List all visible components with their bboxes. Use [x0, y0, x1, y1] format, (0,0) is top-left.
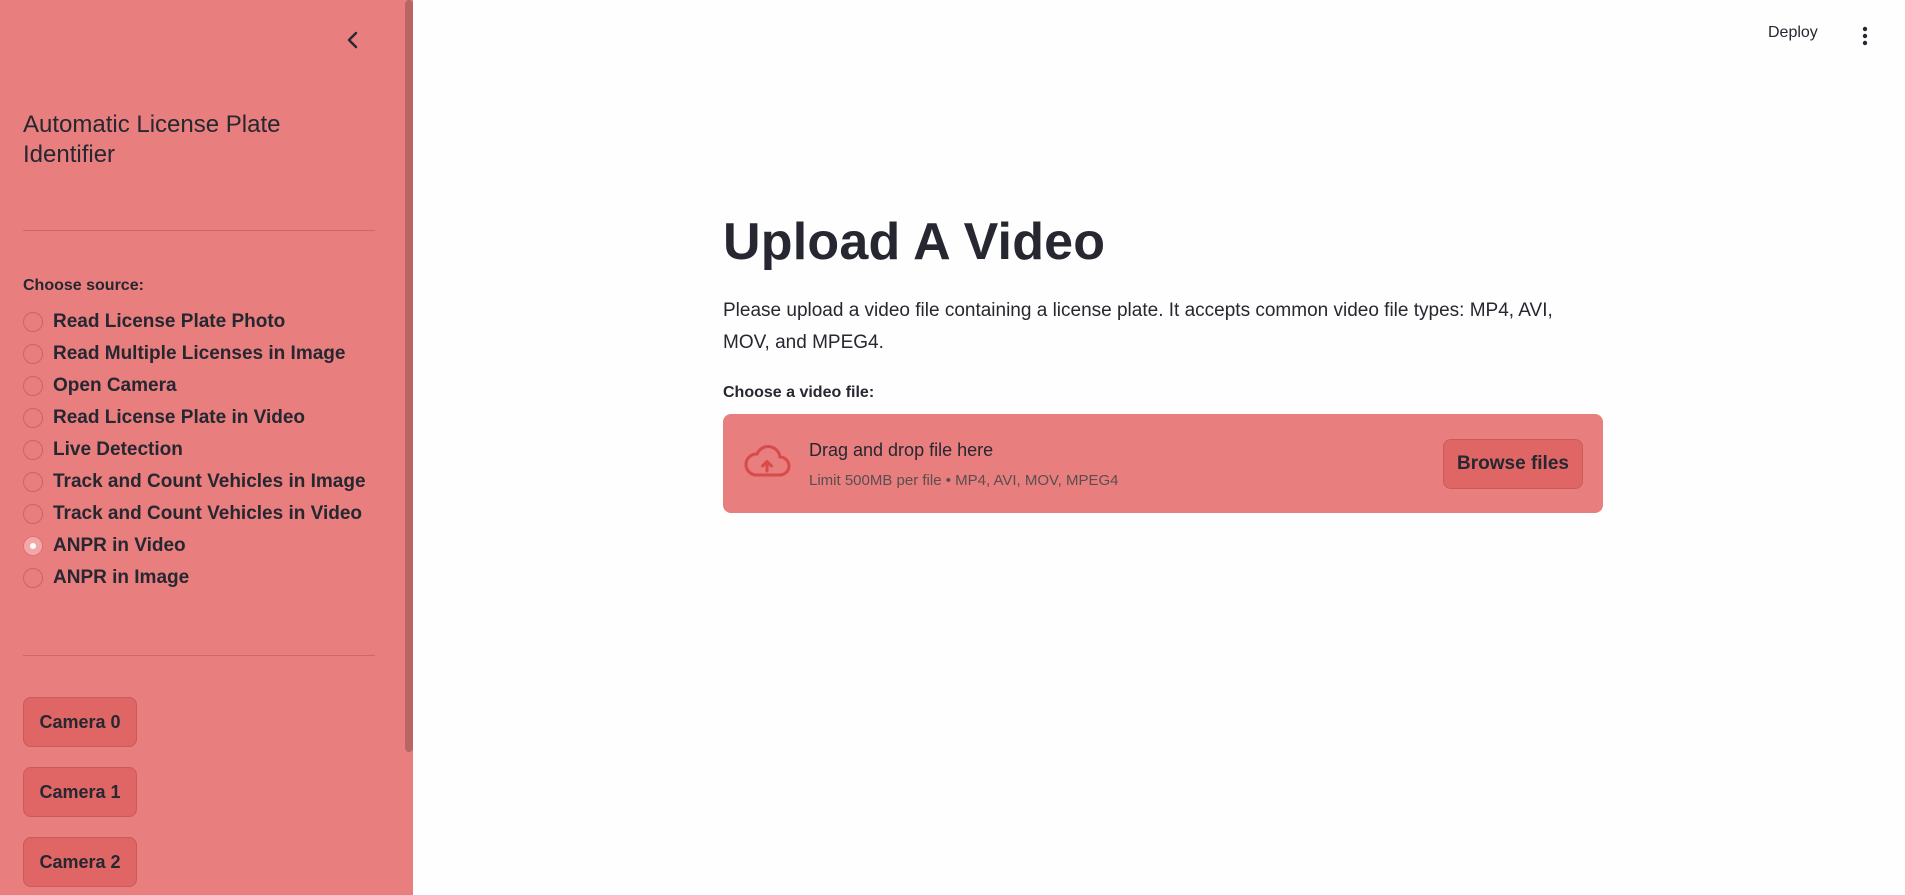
radio-option-label: Live Detection	[53, 439, 183, 460]
file-uploader-label: Choose a video file:	[723, 384, 875, 401]
radio-option[interactable]: Live Detection	[23, 434, 366, 466]
radio-unselected-icon[interactable]	[23, 344, 43, 364]
radio-option[interactable]: Open Camera	[23, 370, 366, 402]
radio-option[interactable]: ANPR in Video	[23, 530, 366, 562]
radio-option[interactable]: Read Multiple Licenses in Image	[23, 338, 366, 370]
radio-option[interactable]: Track and Count Vehicles in Video	[23, 498, 366, 530]
radio-unselected-icon[interactable]	[23, 504, 43, 524]
source-radio-group: Read License Plate Photo Read Multiple Li…	[23, 306, 366, 594]
collapse-sidebar-button[interactable]	[339, 26, 367, 54]
radio-option-label: Read License Plate in Video	[53, 407, 306, 428]
dropzone-limit: Limit 500MB per file • MP4, AVI, MOV, MP…	[809, 472, 1119, 489]
sidebar-divider-top	[23, 230, 375, 231]
radio-option-label: ANPR in Image	[53, 567, 190, 588]
sidebar-scrollbar[interactable]	[405, 0, 413, 752]
camera-1-button[interactable]: Camera 1	[23, 767, 137, 817]
radio-option-label: Read License Plate Photo	[53, 311, 286, 332]
browse-files-button[interactable]: Browse files	[1443, 439, 1583, 489]
radio-unselected-icon[interactable]	[23, 568, 43, 588]
radio-unselected-icon[interactable]	[23, 472, 43, 492]
radio-unselected-icon[interactable]	[23, 312, 43, 332]
radio-option-label: Read Multiple Licenses in Image	[53, 343, 346, 364]
camera-0-button[interactable]: Camera 0	[23, 697, 137, 747]
cloud-upload-icon	[744, 445, 791, 477]
kebab-menu-icon	[1862, 26, 1868, 46]
radio-selected-icon[interactable]	[23, 536, 43, 556]
camera-2-button[interactable]: Camera 2	[23, 837, 137, 887]
file-dropzone[interactable]: Drag and drop file here Limit 500MB per …	[723, 414, 1603, 513]
page-title: Upload A Video	[723, 213, 1106, 271]
radio-unselected-icon[interactable]	[23, 376, 43, 396]
chevron-left-icon	[347, 31, 358, 49]
sidebar-title: Automatic License Plate Identifier	[23, 111, 281, 168]
radio-option[interactable]: ANPR in Image	[23, 562, 366, 594]
radio-option[interactable]: Read License Plate in Video	[23, 402, 366, 434]
radio-option-label: Track and Count Vehicles in Video	[53, 503, 363, 524]
radio-option-label: ANPR in Video	[53, 535, 186, 556]
sidebar-divider-bottom	[23, 655, 375, 656]
radio-group-label: Choose source:	[23, 277, 144, 294]
app-root: Automatic License Plate Identifier Choos…	[0, 0, 1905, 895]
radio-unselected-icon[interactable]	[23, 440, 43, 460]
sidebar: Automatic License Plate Identifier Choos…	[0, 0, 413, 895]
radio-option-label: Open Camera	[53, 375, 177, 396]
radio-option-label: Track and Count Vehicles in Image	[53, 471, 366, 492]
page-description: Please upload a video file containing a …	[723, 300, 1553, 353]
deploy-button[interactable]: Deploy	[1768, 24, 1818, 42]
dropzone-instructions: Drag and drop file here	[809, 440, 994, 460]
main-menu-button[interactable]	[1853, 22, 1877, 50]
radio-unselected-icon[interactable]	[23, 408, 43, 428]
radio-option[interactable]: Track and Count Vehicles in Image	[23, 466, 366, 498]
radio-option[interactable]: Read License Plate Photo	[23, 306, 366, 338]
